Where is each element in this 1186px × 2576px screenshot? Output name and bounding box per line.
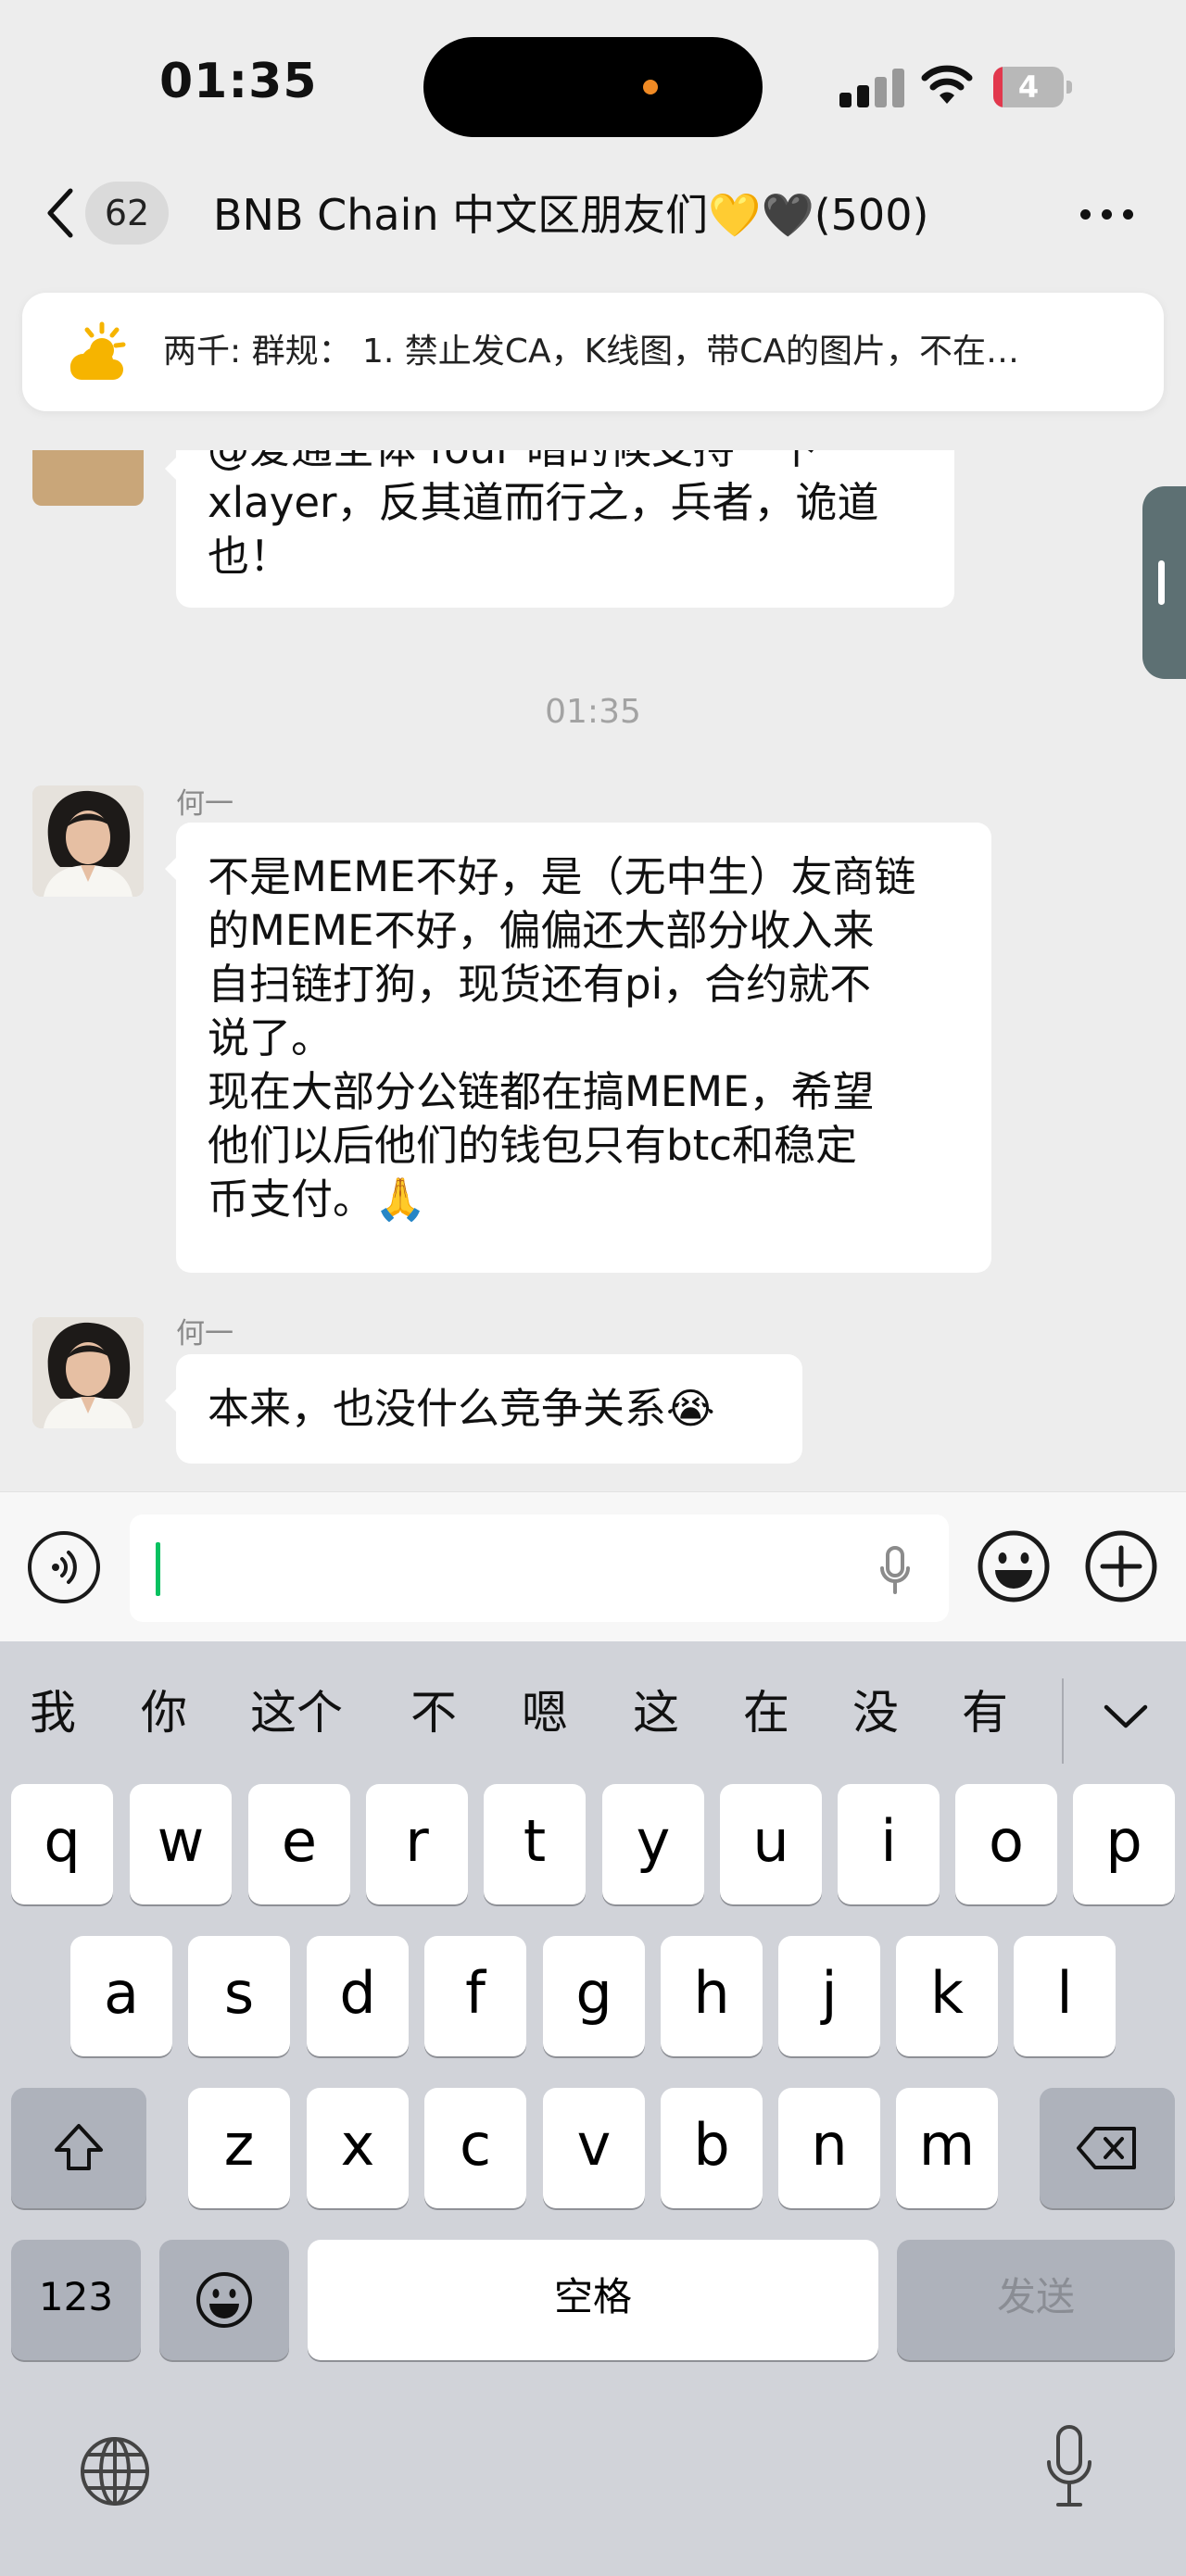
candidate-divider bbox=[1062, 1678, 1064, 1764]
avatar[interactable] bbox=[32, 785, 144, 897]
input-bar bbox=[0, 1491, 1186, 1642]
key-x[interactable]: x bbox=[307, 2088, 409, 2208]
backspace-icon bbox=[1077, 2127, 1136, 2169]
message-line: 他们以后他们的钱包只有btc和稳定 bbox=[208, 1121, 857, 1170]
battery-level-text: 4 bbox=[1017, 69, 1040, 105]
cellular-signal-icon bbox=[839, 67, 914, 107]
key-w[interactable]: w bbox=[130, 1784, 232, 1904]
chevron-down-icon[interactable] bbox=[1103, 1703, 1149, 1730]
voice-mode-icon[interactable] bbox=[28, 1531, 100, 1603]
chat-title: BNB Chain 中文区朋友们💛🖤(500) bbox=[213, 190, 929, 240]
candidate-word[interactable]: 嗯 bbox=[522, 1680, 568, 1745]
message-line: 币支付。🙏 bbox=[208, 1175, 427, 1224]
avatar[interactable] bbox=[32, 1317, 144, 1428]
key-z[interactable]: z bbox=[188, 2088, 290, 2208]
plus-circle-icon[interactable] bbox=[1084, 1529, 1158, 1603]
key-t[interactable]: t bbox=[484, 1784, 586, 1904]
status-bar: 01:35 4 bbox=[0, 0, 1186, 157]
message-input[interactable] bbox=[130, 1514, 949, 1622]
key-n[interactable]: n bbox=[778, 2088, 880, 2208]
announcement-text: 两千: 群规： 1. 禁止发CA，K线图，带CA的图片，不在… bbox=[163, 333, 1019, 371]
emoji-key[interactable] bbox=[159, 2240, 289, 2360]
dictation-icon[interactable] bbox=[1043, 2423, 1095, 2510]
emoji-icon[interactable] bbox=[977, 1529, 1051, 1603]
sender-name: 何一 bbox=[176, 1317, 233, 1351]
key-v[interactable]: v bbox=[543, 2088, 645, 2208]
key-k[interactable]: k bbox=[896, 1936, 998, 2056]
message-line: 现在大部分公链都在搞MEME，希望 bbox=[208, 1067, 875, 1116]
candidate-word[interactable]: 这个 bbox=[250, 1680, 343, 1745]
message-line: @爱通全体 four 暗的候支持一下 bbox=[208, 450, 923, 476]
numbers-key[interactable]: 123 bbox=[11, 2240, 141, 2360]
key-y[interactable]: y bbox=[602, 1784, 704, 1904]
privacy-indicator-dot bbox=[643, 80, 658, 94]
key-j[interactable]: j bbox=[778, 1936, 880, 2056]
key-s[interactable]: s bbox=[188, 1936, 290, 2056]
key-l[interactable]: l bbox=[1014, 1936, 1116, 2056]
message-line: 自扫链打狗，现货还有pi，合约就不 bbox=[208, 960, 872, 1009]
message-list[interactable]: @爱通全体 four 暗的候支持一下 xlayer，反其道而行之，兵者，诡道 也… bbox=[0, 450, 1186, 1491]
battery-icon: 4 bbox=[993, 67, 1073, 107]
sender-name: 何一 bbox=[176, 787, 233, 821]
key-a[interactable]: a bbox=[70, 1936, 172, 2056]
candidate-word[interactable]: 在 bbox=[743, 1680, 789, 1745]
key-h[interactable]: h bbox=[661, 1936, 763, 2056]
shift-key[interactable] bbox=[11, 2088, 146, 2208]
globe-icon[interactable] bbox=[78, 2434, 152, 2508]
dynamic-island bbox=[423, 37, 763, 137]
candidate-word[interactable]: 我 bbox=[30, 1680, 76, 1745]
send-key[interactable]: 发送 bbox=[897, 2240, 1175, 2360]
message-line: 的MEME不好，偏偏还大部分收入来 bbox=[208, 906, 875, 955]
key-p[interactable]: p bbox=[1073, 1784, 1175, 1904]
keyboard: 我 你 这个 不 嗯 这 在 没 有 q w e r t y u i o p a… bbox=[0, 1641, 1186, 2576]
message-line: 本来，也没什么竞争关系😭 bbox=[208, 1384, 715, 1433]
key-d[interactable]: d bbox=[307, 1936, 409, 2056]
space-key[interactable]: 空格 bbox=[308, 2240, 878, 2360]
message-bubble[interactable]: 本来，也没什么竞争关系😭 bbox=[165, 1354, 802, 1464]
key-i[interactable]: i bbox=[838, 1784, 940, 1904]
message-timestamp: 01:35 bbox=[545, 693, 641, 731]
status-time: 01:35 bbox=[159, 54, 318, 109]
message-bubble[interactable]: 不是MEME不好，是（无中生）友商链 的MEME不好，偏偏还大部分收入来 自扫链… bbox=[165, 823, 991, 1273]
message-line: xlayer，反其道而行之，兵者，诡道 bbox=[208, 478, 879, 527]
side-drawer-handle[interactable] bbox=[1142, 486, 1186, 679]
pinned-announcement[interactable]: 两千: 群规： 1. 禁止发CA，K线图，带CA的图片，不在… bbox=[22, 293, 1164, 411]
message-line: 也！ bbox=[208, 532, 292, 581]
candidate-word[interactable]: 没 bbox=[852, 1680, 899, 1745]
delete-key[interactable] bbox=[1040, 2088, 1175, 2208]
key-u[interactable]: u bbox=[720, 1784, 822, 1904]
key-o[interactable]: o bbox=[955, 1784, 1057, 1904]
candidate-word[interactable]: 有 bbox=[962, 1680, 1008, 1745]
key-q[interactable]: q bbox=[11, 1784, 113, 1904]
key-m[interactable]: m bbox=[896, 2088, 998, 2208]
chevron-left-icon[interactable] bbox=[41, 185, 78, 241]
sun-announcement-icon bbox=[69, 321, 126, 380]
key-g[interactable]: g bbox=[543, 1936, 645, 2056]
wifi-icon bbox=[921, 65, 973, 104]
avatar[interactable] bbox=[32, 450, 144, 506]
key-r[interactable]: r bbox=[366, 1784, 468, 1904]
candidate-bar: 我 你 这个 不 嗯 这 在 没 有 bbox=[0, 1641, 1186, 1790]
emoji-icon bbox=[196, 2272, 252, 2328]
more-dots-icon[interactable] bbox=[1080, 206, 1136, 224]
text-cursor bbox=[156, 1542, 160, 1596]
chat-header: 62 BNB Chain 中文区朋友们💛🖤(500) bbox=[0, 157, 1186, 287]
shift-icon bbox=[55, 2124, 103, 2170]
key-e[interactable]: e bbox=[248, 1784, 350, 1904]
message-line: 说了。 bbox=[208, 1013, 334, 1062]
message-line: 不是MEME不好，是（无中生）友商链 bbox=[208, 852, 916, 901]
key-f[interactable]: f bbox=[424, 1936, 526, 2056]
unread-count-badge[interactable]: 62 bbox=[85, 182, 169, 245]
message-bubble[interactable]: @爱通全体 four 暗的候支持一下 xlayer，反其道而行之，兵者，诡道 也… bbox=[165, 450, 954, 608]
candidate-word[interactable]: 不 bbox=[410, 1680, 457, 1745]
candidate-word[interactable]: 这 bbox=[633, 1680, 679, 1745]
key-c[interactable]: c bbox=[424, 2088, 526, 2208]
microphone-icon[interactable] bbox=[878, 1546, 912, 1596]
key-b[interactable]: b bbox=[661, 2088, 763, 2208]
candidate-word[interactable]: 你 bbox=[141, 1680, 187, 1745]
